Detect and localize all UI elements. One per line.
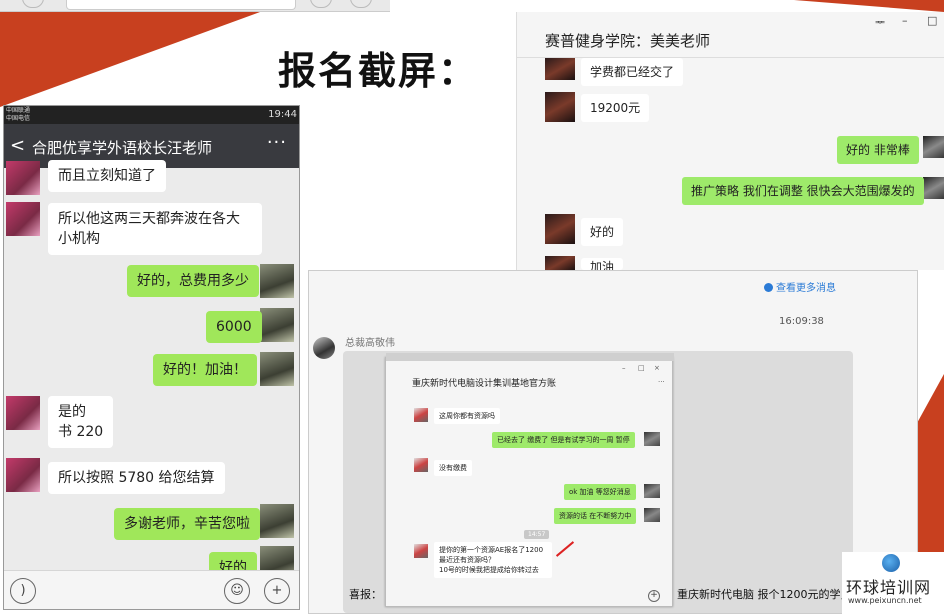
message-bubble: 19200元 <box>581 94 650 122</box>
avatar <box>260 308 294 342</box>
minimize-icon: – <box>622 364 626 372</box>
message-bubble: 已经去了 缴费了 但是有试学习的一周 暂停 <box>492 432 635 448</box>
avatar <box>260 504 294 538</box>
decor-red-triangle <box>794 0 944 12</box>
avatar <box>414 408 428 422</box>
desktop-chat-window-2: 查看更多消息 16:09:38 总裁高敬伟 – □ × ··· 重庆新时代电脑设… <box>308 270 918 614</box>
emoji-icon[interactable]: ☺ <box>224 578 250 604</box>
close-icon: × <box>654 364 660 372</box>
plus-icon: + <box>648 590 660 602</box>
message-bubble: 所以他这两三天都奔波在各大小机构 <box>48 203 262 255</box>
browser-button <box>350 0 372 8</box>
window-header: ᆓ – □ 赛普健身学院：美美老师 <box>517 12 944 58</box>
voice-icon[interactable]: ) <box>10 578 36 604</box>
see-more-label: 查看更多消息 <box>776 283 836 294</box>
avatar <box>6 161 40 195</box>
decor-red-triangle <box>0 12 260 107</box>
message-bubble: 好的 <box>581 218 624 246</box>
back-icon[interactable]: < <box>10 135 25 156</box>
avatar <box>644 484 660 498</box>
message-bubble: 提你的第一个资源AE报名了1200 最近还有资源吗？ 10号的时候我把提成给你转… <box>434 542 552 578</box>
more-icon: ··· <box>658 378 665 386</box>
phone-status-bar: 中国联通 中国电信 19:44 <box>4 106 299 124</box>
message-bubble: 好的！加油！ <box>153 354 257 386</box>
avatar <box>545 256 575 270</box>
slide-title: 报名截屏： <box>278 49 479 93</box>
timestamp: 16:09:38 <box>779 316 824 327</box>
message-bubble: 好的，总费用多少 <box>127 265 259 297</box>
watermark-url: www.peixuncn.net <box>848 596 922 605</box>
maximize-icon: □ <box>638 364 645 372</box>
avatar <box>923 136 944 158</box>
avatar <box>545 214 575 244</box>
avatar <box>644 432 660 446</box>
phone-input-bar: ) ☺ + <box>4 570 299 609</box>
avatar <box>545 92 575 122</box>
caption-left: 喜报： <box>349 588 382 601</box>
avatar <box>260 352 294 386</box>
avatar <box>923 177 944 199</box>
avatar <box>6 458 40 492</box>
pin-icon[interactable]: ᆓ <box>875 14 885 30</box>
embedded-screenshot: – □ × ··· 重庆新时代电脑设计集训基地官方账 这周你都有资源吗 已经去了… <box>385 353 674 607</box>
carrier-label: 中国联通 中国电信 <box>6 107 31 122</box>
message-bubble: 好的 非常棒 <box>837 136 919 164</box>
clock-icon <box>764 283 773 292</box>
browser-address-field <box>66 0 296 10</box>
minimize-icon[interactable]: – <box>902 14 908 27</box>
watermark-brand: 环球培训网 <box>846 578 932 597</box>
time-badge: 14:57 <box>524 530 550 539</box>
desktop-chat-window: ᆓ – □ 赛普健身学院：美美老师 学费都已经交了 19200元 好的 非常棒 … <box>516 12 944 270</box>
phone-screenshot: 中国联通 中国电信 19:44 < 合肥优享学外语校长汪老师 ··· 而且立刻知… <box>3 105 300 610</box>
browser-strip <box>0 0 390 12</box>
avatar <box>414 458 428 472</box>
message-bubble: 加油 <box>581 258 624 270</box>
message-bubble: 多谢老师，辛苦您啦 <box>114 508 260 540</box>
embedded-tab-strip <box>386 353 674 361</box>
watermark: 环球培训网 www.peixuncn.net <box>842 552 944 614</box>
avatar <box>260 264 294 298</box>
message-bubble: 推广策略 我们在调整 很快会大范围爆发的 <box>682 177 924 205</box>
avatar <box>313 337 335 359</box>
clock: 19:44 <box>268 109 297 120</box>
globe-icon <box>882 554 900 572</box>
avatar <box>644 508 660 522</box>
avatar <box>6 396 40 430</box>
caption-right: 重庆新时代电脑 报个1200元的学员 <box>677 588 852 601</box>
message-bubble: ok 加油 等您好消息 <box>564 484 636 500</box>
avatar <box>414 544 428 558</box>
message-bubble: 是的 书 220 <box>48 396 114 448</box>
annotation-arrow <box>555 541 575 557</box>
more-icon[interactable]: ··· <box>267 132 287 153</box>
message-bubble: 学费都已经交了 <box>581 58 684 86</box>
window-title: 赛普健身学院：美美老师 <box>545 32 711 50</box>
plus-icon[interactable]: + <box>264 578 290 604</box>
avatar <box>6 202 40 236</box>
chat-title: 合肥优享学外语校长汪老师 <box>32 139 213 157</box>
sender-name: 总裁高敬伟 <box>345 338 395 349</box>
avatar <box>545 58 575 80</box>
message-bubble: 资源的话 在不断努力中 <box>554 508 637 524</box>
embedded-title: 重庆新时代电脑设计集训基地官方账 <box>412 379 557 389</box>
browser-button <box>22 0 44 8</box>
maximize-icon[interactable]: □ <box>927 14 937 27</box>
browser-button <box>310 0 332 8</box>
message-bubble: 6000 <box>206 311 262 343</box>
message-bubble: 这周你都有资源吗 <box>434 408 500 424</box>
message-bubble: 没有缴费 <box>434 460 472 476</box>
see-more-link[interactable]: 查看更多消息 <box>764 279 836 294</box>
message-bubble: 而且立刻知道了 <box>48 160 166 192</box>
message-bubble: 所以按照 5780 给您结算 <box>48 462 225 494</box>
